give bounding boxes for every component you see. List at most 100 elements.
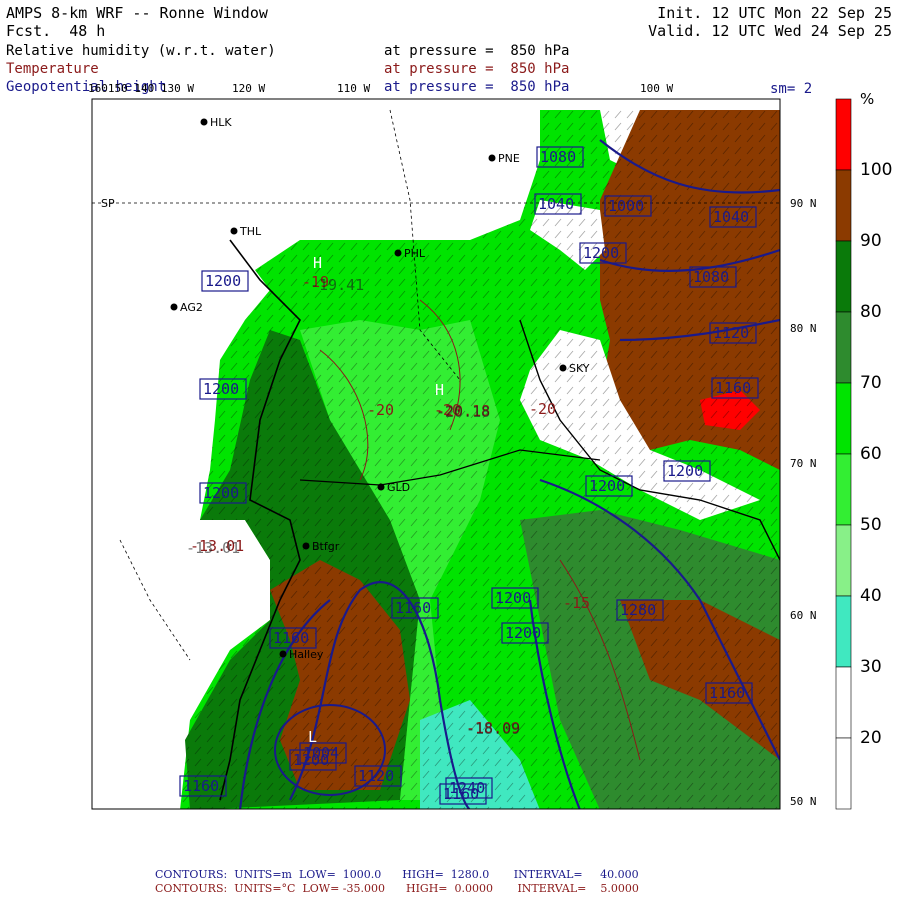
colorbar-label: 30 [860, 657, 882, 677]
colorbar-label: 90 [860, 231, 882, 251]
colorbar-segment [835, 98, 852, 171]
station-sp: SP [101, 197, 115, 210]
station-dot [488, 154, 496, 162]
svg-text:1200: 1200 [667, 462, 703, 480]
high-low-mark: L [190, 516, 199, 534]
station-dot [302, 542, 310, 550]
svg-text:1080: 1080 [540, 148, 576, 166]
svg-text:1200: 1200 [589, 477, 625, 495]
lon-label: 120 W [232, 82, 265, 95]
center-value: -18.09 [466, 720, 520, 738]
station-dot [200, 118, 208, 126]
svg-text:1160: 1160 [183, 777, 219, 795]
height-contour-label: 1200 [199, 378, 247, 400]
height-contour-label: 1004 [299, 742, 347, 764]
station-dot [170, 303, 178, 311]
colorbar-unit: % [860, 90, 874, 108]
lat-label: 80 N [790, 322, 817, 335]
svg-text:1160: 1160 [443, 785, 479, 803]
height-contour-label: 1000 [604, 195, 652, 217]
center-value: -19.41 [310, 276, 364, 294]
svg-text:1200: 1200 [203, 484, 239, 502]
colorbar-segment [835, 240, 852, 313]
temp-contour-label: -20 [529, 400, 556, 418]
height-contour-label: 1200 [201, 270, 249, 292]
lon-label-stack: 160150 140 130 W [88, 82, 194, 95]
height-contour-label: 1040 [534, 193, 582, 215]
lon-label: 110 W [337, 82, 370, 95]
center-value: -20.18 [436, 403, 490, 421]
colorbar-segment [835, 737, 852, 810]
svg-text:1160: 1160 [395, 599, 431, 617]
colorbar-label: 40 [860, 586, 882, 606]
svg-text:1200: 1200 [583, 244, 619, 262]
height-contour-label: 1080 [536, 146, 584, 168]
center-value: -13.01 [186, 539, 240, 557]
station-label: HLK [210, 116, 232, 129]
station-dot [279, 650, 287, 658]
station-label: THL [239, 225, 262, 238]
svg-text:1280: 1280 [620, 601, 656, 619]
height-contour-label: 1200 [585, 475, 633, 497]
station-label: SKY [569, 362, 590, 375]
station-dot [559, 364, 567, 372]
colorbar-segment [835, 595, 852, 668]
height-contour-label: 1200 [199, 482, 247, 504]
station-label: SP [101, 197, 115, 210]
svg-text:1040: 1040 [713, 208, 749, 226]
footer-height-contours: CONTOURS: UNITS=m LOW= 1000.0 HIGH= 1280… [155, 868, 639, 881]
footer-temp-contours: CONTOURS: UNITS=°C LOW= -35.000 HIGH= 0.… [155, 882, 639, 895]
height-contour-label: 1200 [491, 587, 539, 609]
colorbar-segment [835, 453, 852, 526]
lat-label: 60 N [790, 609, 817, 622]
lat-label: 70 N [790, 457, 817, 470]
temp-contour-label: -20 [367, 401, 394, 419]
high-low-mark: L [308, 728, 317, 746]
station-label: Halley [289, 648, 324, 661]
lat-label: 90 N [790, 197, 817, 210]
station-dot [394, 249, 402, 257]
height-contour-label: 1200 [663, 460, 711, 482]
height-contour-label: 1160 [711, 377, 759, 399]
height-contour-label: 1280 [616, 599, 664, 621]
colorbar-label: 20 [860, 728, 882, 748]
lat-label: 50 N [790, 795, 817, 808]
map-canvas: HLK THL AG2 PHL PNE SKY GLD Btfgr Halley SP 1080 1… [88, 82, 892, 810]
height-contour-label: 1160 [179, 775, 227, 797]
height-contour-label: 1040 [709, 206, 757, 228]
station-label: Btfgr [312, 540, 340, 553]
svg-text:1000: 1000 [608, 197, 644, 215]
svg-text:1160: 1160 [715, 379, 751, 397]
lon-label: 100 W [640, 82, 673, 95]
colorbar-segment [835, 169, 852, 242]
svg-text:1120: 1120 [713, 324, 749, 342]
height-contour-label: 1200 [579, 242, 627, 264]
svg-text:1200: 1200 [205, 272, 241, 290]
svg-text:1080: 1080 [693, 268, 729, 286]
colorbar-label: 80 [860, 302, 882, 322]
colorbar-label: 100 [860, 160, 892, 180]
height-contour-label: 1200 [501, 622, 549, 644]
svg-text:1160: 1160 [273, 629, 309, 647]
colorbar-segment [835, 311, 852, 384]
station-label: PHL [404, 247, 426, 260]
height-contour-label: 1160 [705, 682, 753, 704]
station-label: AG2 [180, 301, 203, 314]
colorbar-segment [835, 382, 852, 455]
colorbar-label: 50 [860, 515, 882, 535]
height-contour-label: 1120 [354, 765, 402, 787]
svg-text:1120: 1120 [358, 767, 394, 785]
station-dot [377, 483, 385, 491]
svg-text:1200: 1200 [203, 380, 239, 398]
colorbar-segment [835, 666, 852, 739]
height-contour-label: 1160 [269, 627, 317, 649]
height-contour-label: 1160 [439, 783, 487, 805]
temp-contour-label: -15 [563, 594, 590, 612]
station-label: GLD [387, 481, 410, 494]
high-low-mark: H [313, 254, 322, 272]
colorbar-segment [835, 524, 852, 597]
height-contour-label: 1080 [689, 266, 737, 288]
station-dot [230, 227, 238, 235]
svg-text:1200: 1200 [505, 624, 541, 642]
high-low-mark: H [435, 381, 444, 399]
